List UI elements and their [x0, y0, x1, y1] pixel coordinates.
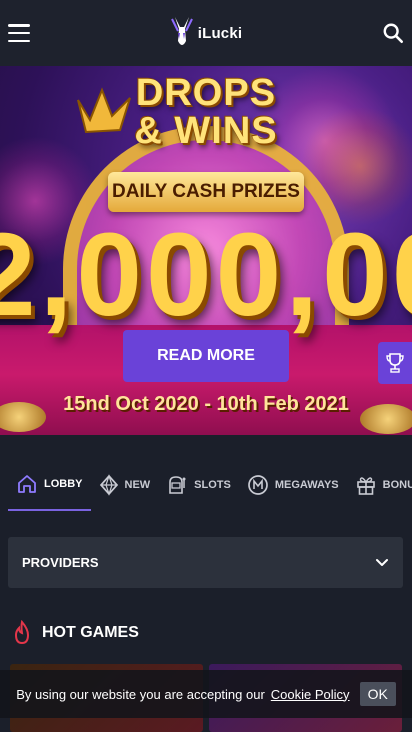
chevron-down-icon: [376, 558, 388, 566]
tab-label: SLOTS: [194, 479, 231, 491]
brand-name: iLucki: [197, 24, 243, 42]
tab-label: NEW: [124, 479, 151, 491]
hot-games-heading: HOT GAMES: [12, 620, 139, 646]
bunny-logo-icon: [170, 17, 193, 45]
cookie-policy-link[interactable]: Cookie Policy: [271, 687, 350, 702]
tab-label: LOBBY: [44, 478, 83, 490]
hamburger-menu-icon[interactable]: [8, 24, 30, 42]
banner-title-line2: & WINS: [134, 110, 278, 152]
cookie-ok-button[interactable]: OK: [359, 682, 396, 706]
promo-banner[interactable]: DROPS & WINS DAILY CASH PRIZES 2,000,000…: [0, 66, 412, 435]
prize-amount: 2,000,000: [0, 209, 412, 341]
tab-megaways[interactable]: MEGAWAYS: [239, 459, 347, 511]
cookie-banner: By using our website you are accepting o…: [0, 670, 412, 718]
flame-icon: [14, 620, 30, 645]
tab-slots[interactable]: SLOTS: [158, 459, 239, 511]
trophy-icon: [386, 353, 404, 373]
tab-new[interactable]: NEW: [91, 459, 159, 511]
category-nav: LOBBY NEW SLOTS MEGAWAYS BONUS BUY: [0, 458, 412, 512]
trophy-button[interactable]: [378, 342, 412, 384]
home-icon: [18, 475, 36, 493]
hot-games-title: HOT GAMES: [42, 624, 139, 641]
providers-dropdown[interactable]: PROVIDERS: [8, 537, 403, 588]
top-header: iLucki: [0, 0, 412, 66]
tab-label: BONUS BUY: [382, 479, 412, 491]
read-more-button[interactable]: READ MORE: [123, 330, 289, 382]
diamond-icon: [99, 474, 118, 496]
tab-bonus-buy[interactable]: BONUS BUY: [347, 459, 412, 511]
brand-logo[interactable]: iLucki: [170, 15, 243, 51]
promo-dates: 15nd Oct 2020 - 10th Feb 2021: [63, 393, 349, 415]
banner-ribbon: DAILY CASH PRIZES: [108, 172, 304, 212]
tab-label: MEGAWAYS: [274, 479, 339, 491]
megaways-icon: [247, 475, 268, 495]
banner-title-line1: DROPS: [135, 72, 277, 114]
cookie-text: By using our website you are accepting o…: [16, 686, 265, 702]
search-icon[interactable]: [382, 22, 404, 44]
gift-icon: [356, 477, 375, 495]
tab-lobby[interactable]: LOBBY: [8, 459, 91, 511]
slot-machine-icon: [169, 476, 186, 494]
providers-label: PROVIDERS: [22, 555, 99, 570]
